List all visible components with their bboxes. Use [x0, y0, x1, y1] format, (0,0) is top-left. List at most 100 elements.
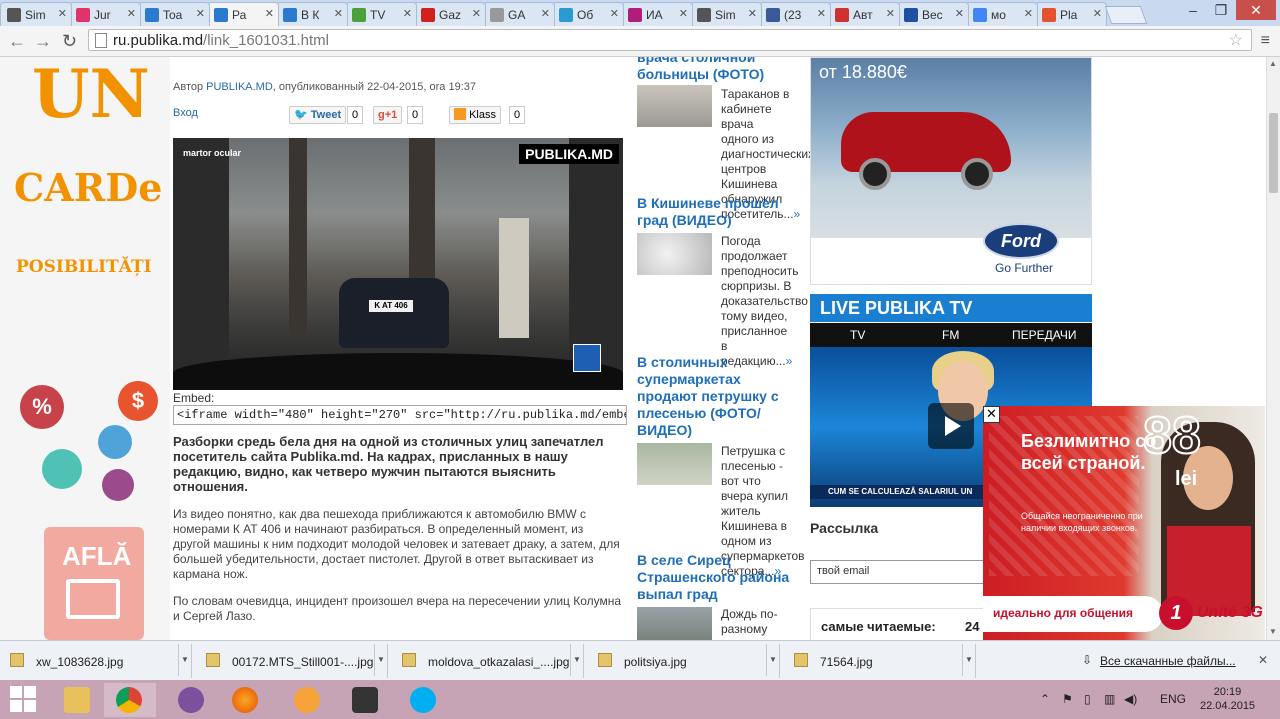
klass-button[interactable]: Klass [449, 106, 501, 124]
ford-ad[interactable]: от 18.880€ Ford Go Further [810, 57, 1092, 285]
play-icon[interactable] [928, 403, 974, 449]
chevron-down-icon[interactable]: ▼ [962, 644, 975, 676]
login-link[interactable]: Вход [173, 107, 198, 119]
chevron-down-icon[interactable]: ▼ [766, 644, 779, 676]
tab-close-icon[interactable]: ✕ [127, 7, 136, 20]
tab-close-icon[interactable]: ✕ [679, 7, 688, 20]
news-title[interactable]: В столичных супермаркетах продают петруш… [637, 354, 792, 439]
clock[interactable]: 20:19 22.04.2015 [1200, 685, 1255, 713]
news-title[interactable]: врача столичной больницы (ФОТО) [637, 57, 792, 83]
download-item[interactable]: politsiya.jpg ▼ [588, 644, 780, 678]
email-field[interactable]: твой email [810, 560, 1010, 584]
news-thumbnail[interactable] [637, 233, 712, 275]
browser-tab[interactable]: В К ✕ [276, 2, 348, 26]
volume-icon[interactable]: ◀) [1124, 692, 1137, 706]
more-link[interactable]: » [794, 207, 801, 221]
skype-icon[interactable] [398, 683, 450, 717]
browser-tab[interactable]: Pla ✕ [1035, 2, 1107, 26]
chevron-down-icon[interactable]: ▼ [570, 644, 583, 676]
forward-arrow-icon[interactable]: → [34, 31, 52, 52]
tab-close-icon[interactable]: ✕ [1024, 7, 1033, 20]
browser-tab[interactable]: Sim ✕ [690, 2, 762, 26]
back-arrow-icon[interactable]: ← [8, 31, 26, 52]
news-title[interactable]: В селе Сирец Страшенского района выпал г… [637, 552, 792, 603]
maximize-button[interactable]: ❐ [1208, 0, 1234, 20]
all-downloads-link[interactable]: ⇩ Все скачанные файлы... [1082, 653, 1236, 668]
new-tab-button[interactable] [1104, 6, 1148, 24]
tab-close-icon[interactable]: ✕ [610, 7, 619, 20]
tab-close-icon[interactable]: ✕ [748, 7, 757, 20]
tab-close-icon[interactable]: ✕ [334, 7, 343, 20]
browser-tab[interactable]: Об ✕ [552, 2, 624, 26]
news-thumbnail[interactable] [637, 443, 712, 485]
scroll-up-icon[interactable]: ▲ [1269, 59, 1277, 68]
embed-code-field[interactable]: <iframe width="480" height="270" src="ht… [173, 405, 627, 425]
chevron-down-icon[interactable]: ▼ [178, 644, 191, 676]
downloads-close-icon[interactable]: ✕ [1258, 653, 1268, 667]
tab-close-icon[interactable]: ✕ [886, 7, 895, 20]
menu-icon[interactable]: ≡ [1261, 32, 1270, 50]
tab-close-icon[interactable]: ✕ [472, 7, 481, 20]
network-icon[interactable]: ▥ [1104, 692, 1115, 706]
explorer-icon[interactable] [52, 683, 104, 717]
viber-icon[interactable] [166, 683, 218, 717]
firefox-icon[interactable] [220, 683, 272, 717]
most-read-box[interactable]: самые читаемые: 24 [810, 608, 1010, 640]
video-player[interactable]: K AT 406 martor ocular PUBLIKA.MD [173, 138, 623, 390]
fullscreen-icon[interactable] [573, 344, 601, 372]
page-scrollbar[interactable]: ▲ ▼ [1266, 57, 1280, 640]
afla-button[interactable]: AFLĂ [44, 527, 144, 640]
app-icon[interactable] [282, 683, 334, 717]
language-indicator[interactable]: ENG [1160, 692, 1186, 706]
browser-tab[interactable]: Toa ✕ [138, 2, 210, 26]
news-title[interactable]: В Кишиневе прошел град (ВИДЕО) [637, 195, 792, 229]
reload-icon[interactable]: ↻ [62, 31, 77, 52]
tab-close-icon[interactable]: ✕ [196, 7, 205, 20]
tab-close-icon[interactable]: ✕ [1093, 7, 1102, 20]
url-text[interactable]: ru.publika.md/link_1601031.html [113, 32, 329, 49]
popup-ad[interactable]: Безлимитно со всей страной. Общайся неог… [983, 406, 1265, 640]
browser-tab[interactable]: Sim ✕ [0, 2, 72, 26]
download-item[interactable]: moldova_otkazalasi_....jpg ▼ [392, 644, 584, 678]
tab-close-icon[interactable]: ✕ [58, 7, 67, 20]
gplus-button[interactable]: g+1 [373, 106, 403, 124]
popup-close-icon[interactable]: ✕ [983, 406, 1000, 423]
news-thumbnail[interactable] [637, 85, 712, 127]
tab-fm[interactable]: FM [942, 328, 959, 342]
windows-start-icon[interactable] [10, 686, 36, 712]
scroll-thumb[interactable] [1269, 113, 1278, 193]
tab-close-icon[interactable]: ✕ [955, 7, 964, 20]
chevron-down-icon[interactable]: ▼ [374, 644, 387, 676]
browser-tab[interactable]: Ра ✕ [207, 2, 279, 26]
left-banner-ad[interactable]: UN CARDe POSIBILITĂȚI % $ AFLĂ [0, 57, 170, 640]
browser-tab[interactable]: ИА ✕ [621, 2, 693, 26]
news-thumbnail[interactable] [637, 607, 712, 640]
browser-tab[interactable]: TV ✕ [345, 2, 417, 26]
browser-tab[interactable]: Gaz ✕ [414, 2, 486, 26]
tab-close-icon[interactable]: ✕ [817, 7, 826, 20]
flag-icon[interactable]: ⚑ [1062, 692, 1073, 706]
browser-tab[interactable]: Авт ✕ [828, 2, 900, 26]
tab-programs[interactable]: ПЕРЕДАЧИ [1012, 328, 1076, 342]
address-bar[interactable]: ru.publika.md/link_1601031.html ☆ [88, 29, 1252, 51]
download-item[interactable]: xw_1083628.jpg ▼ [0, 644, 192, 678]
browser-tab[interactable]: мо ✕ [966, 2, 1038, 26]
browser-tab[interactable]: Вес ✕ [897, 2, 969, 26]
browser-tab[interactable]: Jur ✕ [69, 2, 141, 26]
tab-close-icon[interactable]: ✕ [265, 7, 274, 20]
browser-tab[interactable]: (23 ✕ [759, 2, 831, 26]
show-hidden-icons[interactable]: ⌃ [1040, 692, 1050, 706]
author-link[interactable]: PUBLIKA.MD [206, 81, 273, 93]
camera-app-icon[interactable] [340, 683, 392, 717]
browser-tab[interactable]: GA ✕ [483, 2, 555, 26]
battery-icon[interactable]: ▯ [1084, 692, 1091, 706]
scroll-down-icon[interactable]: ▼ [1269, 627, 1277, 636]
download-item[interactable]: 00172.MTS_Still001-....jpg ▼ [196, 644, 388, 678]
tab-tv[interactable]: TV [850, 328, 865, 342]
minimize-button[interactable]: – [1180, 0, 1206, 20]
download-item[interactable]: 71564.jpg ▼ [784, 644, 976, 678]
tab-close-icon[interactable]: ✕ [403, 7, 412, 20]
tab-close-icon[interactable]: ✕ [541, 7, 550, 20]
chrome-icon[interactable] [104, 683, 156, 717]
close-window-button[interactable]: ✕ [1236, 0, 1276, 20]
